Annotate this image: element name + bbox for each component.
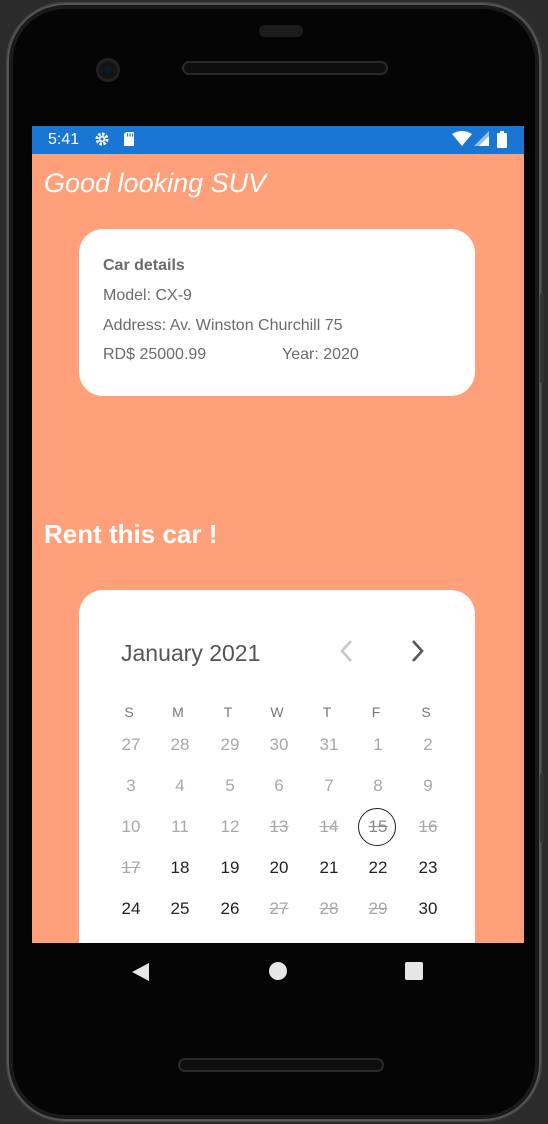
system-nav-bar — [32, 943, 524, 1001]
calendar-day[interactable]: 24 — [111, 897, 151, 921]
power-button — [540, 293, 544, 383]
car-price: RD$ 25000.99 — [103, 346, 207, 363]
weekday-label: S — [124, 704, 134, 720]
home-circle-icon[interactable] — [268, 961, 288, 986]
calendar-day: 13 — [269, 817, 289, 836]
battery-icon — [497, 131, 507, 152]
calendar-day: 29 — [368, 899, 388, 918]
calendar-day: 30 — [269, 735, 289, 754]
status-bar: 5:41 — [32, 126, 524, 154]
weekday-label: M — [172, 704, 184, 720]
weekday-label: F — [371, 704, 381, 720]
calendar-day: 5 — [225, 776, 235, 795]
calendar-day[interactable]: 18 — [160, 856, 200, 880]
signal-icon — [473, 131, 489, 151]
weekday-label: T — [223, 704, 233, 720]
calendar-day: 10 — [121, 817, 141, 836]
calendar-day: 28 — [319, 899, 339, 918]
calendar-day[interactable]: 21 — [309, 856, 349, 880]
front-camera — [96, 58, 120, 82]
calendar-day: 2 — [423, 735, 433, 754]
car-details-heading: Car details — [103, 257, 185, 274]
calendar-day: 15 — [368, 817, 388, 836]
calendar-day[interactable]: 23 — [408, 856, 448, 880]
calendar-day: 11 — [171, 817, 189, 836]
calendar-day: 12 — [220, 817, 240, 836]
calendar-day: 17 — [121, 858, 141, 877]
sd-card-icon — [122, 131, 136, 151]
chevron-right-icon[interactable] — [407, 638, 427, 671]
top-notch — [259, 25, 303, 37]
calendar-day: 4 — [175, 776, 185, 795]
calendar-day: 9 — [423, 776, 433, 795]
weekday-label: W — [270, 704, 284, 720]
recents-square-icon[interactable] — [404, 961, 424, 986]
back-triangle-icon[interactable] — [130, 961, 152, 988]
calendar-day: 27 — [269, 899, 289, 918]
chevron-left-icon[interactable] — [337, 638, 357, 671]
calendar-day: 6 — [274, 776, 284, 795]
calendar-day[interactable]: 26 — [210, 897, 250, 921]
car-details-card: Car details Model: CX-9 Address: Av. Win… — [79, 229, 475, 396]
car-model: Model: CX-9 — [103, 287, 192, 304]
calendar-day[interactable]: 22 — [358, 856, 398, 880]
status-time: 5:41 — [48, 131, 80, 148]
calendar-day: 8 — [373, 776, 383, 795]
calendar-day: 29 — [220, 735, 240, 754]
calendar-day: 31 — [319, 735, 339, 754]
calendar-card: January 2021 SMTWTFS 27 28 29 30 31 1 2 3 4 5 6 7 8 9… — [79, 590, 475, 943]
calendar-day[interactable]: 25 — [160, 897, 200, 921]
weekday-label: T — [322, 704, 332, 720]
weekday-label: S — [421, 704, 431, 720]
calendar-day: 27 — [121, 735, 141, 754]
calendar-day: 16 — [418, 817, 438, 836]
earpiece-speaker — [182, 61, 388, 75]
volume-button — [540, 773, 544, 843]
gear-icon — [94, 131, 110, 151]
bottom-speaker — [178, 1058, 384, 1072]
rent-title: Rent this car ! — [44, 519, 218, 549]
calendar-month-label[interactable]: January 2021 — [121, 640, 260, 667]
calendar-day[interactable]: 19 — [210, 856, 250, 880]
car-year: Year: 2020 — [282, 346, 359, 363]
calendar-day: 14 — [319, 817, 339, 836]
calendar-day: 1 — [373, 735, 383, 754]
calendar-day[interactable]: 20 — [259, 856, 299, 880]
app-screen: 5:41 Good looking SUV Car details Model:… — [32, 126, 524, 943]
calendar-day: 7 — [324, 776, 334, 795]
calendar-day: 3 — [126, 776, 136, 795]
wifi-icon — [452, 131, 472, 151]
car-address: Address: Av. Winston Churchill 75 — [103, 317, 343, 334]
calendar-day: 28 — [170, 735, 190, 754]
calendar-day[interactable]: 30 — [408, 897, 448, 921]
app-title: Good looking SUV — [44, 168, 267, 198]
